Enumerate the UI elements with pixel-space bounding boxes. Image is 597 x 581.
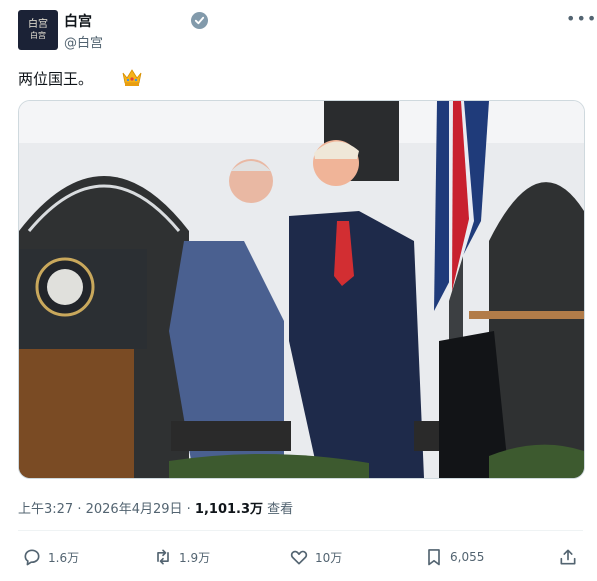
display-name[interactable]: 白宫	[64, 11, 92, 31]
account-handle[interactable]: @白宫	[64, 32, 103, 51]
views-label: 查看	[263, 502, 294, 517]
bookmark-button[interactable]: 6,055	[424, 547, 484, 567]
repost-button[interactable]: 1.9万	[153, 547, 210, 567]
account-avatar[interactable]: 白宫 白宫	[18, 10, 58, 50]
like-button[interactable]: 10万	[289, 547, 342, 567]
repost-count: 1.9万	[179, 550, 211, 565]
post-meta: 上午3:27 · 2026年4月29日 · 1,101.3万 查看	[18, 498, 293, 517]
post-text: 两位国王。	[18, 70, 94, 88]
bookmark-icon	[428, 549, 440, 566]
like-count: 10万	[315, 550, 343, 565]
share-button[interactable]	[558, 547, 584, 567]
bookmark-count: 6,055	[450, 550, 485, 564]
reply-icon	[24, 549, 40, 566]
post-date[interactable]: 2026年4月29日	[86, 502, 183, 517]
post-photo[interactable]	[18, 100, 585, 479]
repost-icon	[157, 549, 169, 565]
heart-icon	[290, 550, 308, 565]
crown-icon	[122, 69, 142, 86]
avatar-emblem: 白宫	[28, 18, 48, 30]
divider	[18, 530, 583, 531]
share-icon	[560, 549, 576, 565]
meta-separator: ·	[73, 502, 86, 517]
meta-separator: ·	[182, 502, 195, 517]
views-count: 1,101.3万	[194, 502, 264, 517]
verified-badge-icon	[191, 12, 208, 29]
reply-count: 1.6万	[48, 550, 80, 565]
avatar-label: 白宫	[30, 30, 46, 40]
post-time[interactable]: 上午3:27	[18, 502, 73, 517]
more-options-icon[interactable]: •••	[566, 9, 597, 28]
reply-button[interactable]: 1.6万	[22, 547, 79, 567]
